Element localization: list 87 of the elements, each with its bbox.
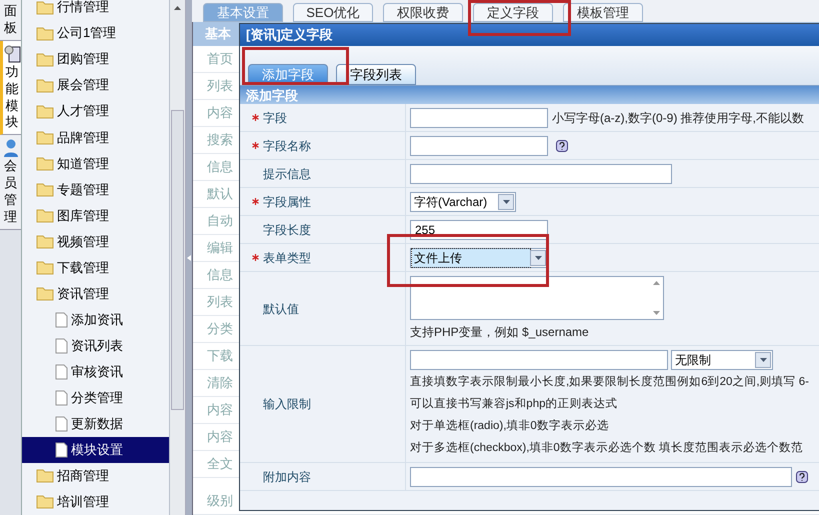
tree-item[interactable]: 公司1管理	[22, 20, 169, 46]
folder-icon	[36, 104, 54, 119]
caret-icon	[502, 200, 510, 204]
document-icon	[55, 364, 68, 380]
field-hint: 直接填数字表示限制最小长度,如果要限制长度范围例如6到20之间,则填写 6-	[410, 374, 809, 390]
tree-item[interactable]: 图库管理	[22, 202, 169, 228]
tree-item[interactable]: 团购管理	[22, 46, 169, 72]
collapse-handle[interactable]	[186, 0, 192, 515]
tree-item[interactable]: 审核资讯	[22, 358, 169, 385]
tree-item[interactable]: 模块设置	[22, 436, 169, 463]
caret-icon	[760, 358, 766, 362]
folder-icon	[36, 208, 54, 223]
dropdown-arrow-button[interactable]	[530, 250, 546, 266]
tree-item[interactable]: 展会管理	[22, 72, 169, 98]
side-tab[interactable]: 功能模块	[0, 40, 21, 136]
field-label: 字段属性	[263, 194, 311, 210]
text-area[interactable]	[410, 276, 664, 320]
tree-item[interactable]: 人才管理	[22, 98, 169, 124]
folder-icon	[36, 78, 54, 93]
folder-icon	[36, 468, 54, 484]
settings-tab[interactable]: SEO优化	[293, 3, 373, 22]
scroll-thumb[interactable]	[171, 110, 184, 410]
field-label: 输入限制	[263, 396, 311, 413]
scrollbar[interactable]	[170, 0, 186, 515]
tree-item[interactable]: 招商管理	[22, 462, 169, 489]
scroll-down-icon	[652, 311, 660, 315]
document-icon	[55, 338, 68, 354]
settings-tab[interactable]: 定义字段	[473, 3, 553, 22]
side-tab-label: 面板	[4, 3, 17, 37]
select-field[interactable]: 无限制	[671, 350, 773, 370]
field-label: 提示信息	[263, 166, 311, 182]
side-tab-label: 功能模块	[6, 64, 18, 132]
tree-item[interactable]: 品牌管理	[22, 124, 169, 150]
dialog-tab[interactable]: 字段列表	[336, 64, 416, 85]
text-field[interactable]	[410, 466, 792, 486]
text-field[interactable]	[410, 136, 548, 156]
folder-icon	[36, 52, 54, 67]
document-icon	[55, 416, 68, 432]
folder-icon	[36, 286, 54, 302]
help-icon[interactable]	[796, 470, 808, 482]
text-field[interactable]	[410, 108, 548, 128]
tree-item[interactable]: 下载管理	[22, 254, 169, 281]
help-icon[interactable]	[556, 140, 568, 152]
field-hint: 支持PHP变量，例如 $_username	[410, 324, 590, 341]
dropdown-arrow-button[interactable]	[498, 194, 514, 210]
field-hint: 小写字母(a-z),数字(0-9) 推荐使用字母,不能以数	[552, 110, 804, 126]
tree-item[interactable]: 行情管理	[22, 0, 169, 20]
tree-item[interactable]: 培训管理	[22, 488, 169, 515]
field-hint: 可以直接书写兼容js和php的正则表达式	[410, 396, 618, 412]
folder-icon	[36, 156, 54, 171]
text-field[interactable]	[410, 164, 672, 184]
tree-item[interactable]: 知道管理	[22, 150, 169, 176]
folder-icon	[36, 182, 54, 197]
field-label: 字段名称	[263, 138, 311, 154]
dialog-title: [资讯]定义字段	[240, 24, 819, 46]
tree-item[interactable]: 专题管理	[22, 176, 169, 202]
select-field[interactable]: 字符(Varchar)	[410, 192, 516, 212]
tree-item[interactable]: 分类管理	[22, 384, 169, 411]
scroll-up-icon	[174, 6, 181, 10]
settings-tab[interactable]: 模板管理	[563, 3, 643, 22]
tree-item[interactable]: 资讯管理	[22, 280, 169, 307]
folder-icon	[36, 26, 54, 41]
tree-item[interactable]: 更新数据	[22, 410, 169, 437]
dropdown-arrow-button[interactable]	[755, 352, 771, 368]
caret-icon	[534, 256, 542, 260]
folder-icon	[36, 260, 54, 275]
document-icon	[55, 390, 68, 406]
document-icon	[55, 312, 68, 328]
scroll-up-icon	[652, 281, 660, 285]
user-icon	[2, 138, 18, 158]
document-icon	[55, 442, 68, 458]
folder-icon	[36, 0, 54, 15]
side-tab[interactable]: 面板	[0, 0, 21, 41]
folder-icon	[36, 494, 54, 510]
select-field[interactable]: 文件上传	[410, 248, 548, 268]
settings-tab[interactable]: 权限收费	[383, 3, 463, 22]
text-field[interactable]	[410, 350, 668, 370]
field-label: 默认值	[263, 300, 299, 318]
section-header: 添加字段	[240, 86, 819, 104]
side-tab[interactable]: 会员管理	[0, 135, 21, 230]
tree-item[interactable]: 添加资讯	[22, 306, 169, 333]
tree-item[interactable]: 视频管理	[22, 228, 169, 254]
folder-icon	[36, 234, 54, 249]
side-tab-label: 会员管理	[4, 158, 17, 226]
folder-icon	[36, 130, 54, 145]
field-label: 字段	[263, 110, 287, 126]
tree-item[interactable]: 资讯列表	[22, 332, 169, 359]
